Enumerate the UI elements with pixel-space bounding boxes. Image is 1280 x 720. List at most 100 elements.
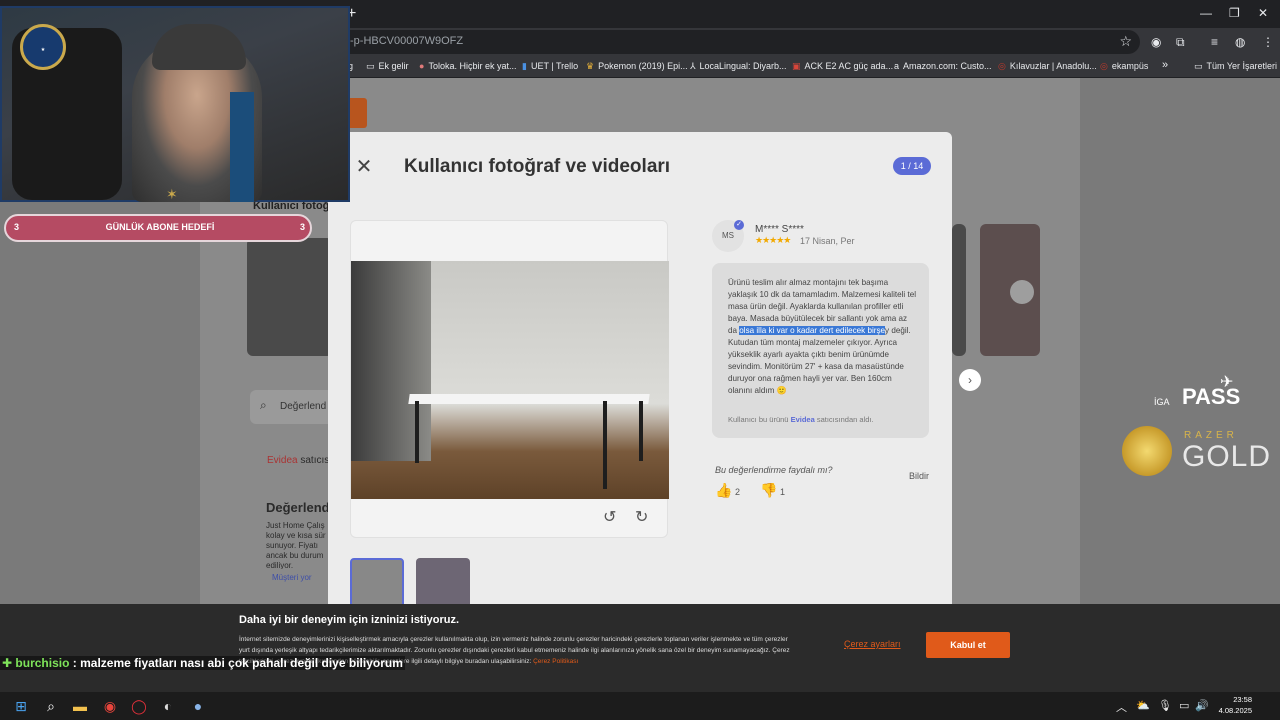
review-text-end: y değil. Kutudan tüm montaj malzemeler ç… xyxy=(728,326,911,395)
media-icon[interactable]: ≡ xyxy=(1211,35,1218,49)
selected-text: olsa illa ki var o kadar dert edilecek b… xyxy=(739,326,886,335)
extensions-icon[interactable]: ⧉ xyxy=(1176,35,1185,50)
search-icon: ⌕ xyxy=(260,398,267,412)
seller-line-prefix: Kullanıcı bu ürünü xyxy=(728,415,789,424)
helpful-question: Bu değerlendirme faydalı mı? xyxy=(715,465,833,475)
goal-target: 3 xyxy=(300,222,306,232)
bg-search-placeholder: Değerlend xyxy=(280,401,327,412)
webcam-hat xyxy=(152,24,246,70)
bg-link: Müşteri yor xyxy=(272,573,312,582)
plus-icon: ✚ xyxy=(2,656,13,670)
sub-goal-bar: 3 GÜNLÜK ABONE HEDEFİ 3 xyxy=(4,214,312,242)
bg-seller-name: Evidea xyxy=(267,455,298,466)
bookmark-label: ACK E2 AC güç ada... xyxy=(804,61,894,71)
site-icon: ▣ xyxy=(792,61,801,71)
bookmark-star-icon[interactable]: ☆ xyxy=(1119,33,1132,50)
folder-icon: ▭ xyxy=(366,61,375,71)
thumbnail-1[interactable] xyxy=(350,558,404,608)
clock[interactable]: 23:58 4.08.2025 xyxy=(1212,694,1252,716)
bookmark-item[interactable]: ♛ Pokemon (2019) Epi... xyxy=(586,61,688,72)
opera-icon[interactable]: ◯ xyxy=(129,696,149,716)
crown-icon: ♛ xyxy=(586,61,595,71)
rotate-left-icon[interactable]: ↺ xyxy=(603,507,616,527)
webcam-mic xyxy=(230,92,254,202)
volume-icon[interactable]: 🔊 xyxy=(1195,699,1209,712)
more-bookmarks-icon[interactable]: » xyxy=(1162,59,1168,71)
bookmark-item[interactable]: ▭ Ek gelir xyxy=(366,61,409,72)
bookmark-item[interactable]: ▮ UET | Trello xyxy=(522,61,578,72)
rotate-right-icon[interactable]: ↻ xyxy=(635,507,648,527)
next-arrow-button[interactable]: › xyxy=(959,369,981,391)
chat-username: burchisio xyxy=(15,656,70,670)
seller-line-suffix: satıcısından aldı. xyxy=(816,415,874,424)
close-window-icon[interactable]: ✕ xyxy=(1258,6,1268,20)
bg-seller-suffix: satıcıs xyxy=(300,455,330,466)
ornament-icon: ✶ xyxy=(166,186,178,202)
site-icon: ⅄ xyxy=(690,61,696,71)
bookmark-item[interactable]: ◎ ekampüs xyxy=(1100,61,1148,72)
close-icon[interactable]: ✕ xyxy=(352,156,376,180)
thumbnail-2[interactable] xyxy=(416,558,470,608)
bookmark-item[interactable]: ● Toloka. Hiçbir ek yat... xyxy=(419,61,516,71)
mic-icon[interactable]: 🎙 xyxy=(1158,699,1172,712)
media-modal: ✕ Kullanıcı fotoğraf ve videoları 1 / 14… xyxy=(328,132,952,612)
translate-icon[interactable]: ◉ xyxy=(1151,35,1161,49)
file-explorer-icon[interactable]: ▬ xyxy=(70,696,90,716)
media-counter: 1 / 14 xyxy=(893,157,931,175)
bg-carousel-arrow xyxy=(1010,280,1034,304)
menu-icon[interactable]: ⋮ xyxy=(1262,35,1274,49)
bookmark-item[interactable]: ⅄ LocaLingual: Diyarb... xyxy=(690,61,787,72)
network-icon[interactable]: ▭ xyxy=(1179,699,1189,712)
chrome-icon[interactable]: ◉ xyxy=(100,696,120,716)
bookmark-item[interactable]: a Amazon.com: Custo... xyxy=(894,61,992,71)
tray-chevron-icon[interactable]: ︿ xyxy=(1116,699,1127,715)
profile-avatar-icon[interactable]: ◍ xyxy=(1235,35,1245,49)
app-icon-2[interactable]: ● xyxy=(188,696,208,716)
cookie-banner: Daha iyi bir deneyim için izninizi istiy… xyxy=(0,604,1280,692)
bg-thumbnail xyxy=(952,224,966,356)
review-card: Ürünü teslim alır almaz montajını tek ba… xyxy=(712,263,929,438)
chat-message: ✚ burchisio : malzeme fiyatları nası abi… xyxy=(0,656,405,670)
seller-link[interactable]: Evidea xyxy=(791,415,815,424)
tray-app-icon[interactable]: ⛅ xyxy=(1136,699,1150,712)
bg-heading: Değerlend xyxy=(266,500,330,515)
goal-label: GÜNLÜK ABONE HEDEFİ xyxy=(105,222,215,232)
chat-text: : malzeme fiyatları nası abi çok pahalı … xyxy=(72,656,403,670)
dislike-button[interactable]: 👎 1 xyxy=(760,482,785,499)
cookie-policy-link[interactable]: Çerez Politikası xyxy=(533,658,578,665)
seller-line: Kullanıcı bu ürünü Evidea satıcısından a… xyxy=(728,415,874,424)
thumbs-up-icon: 👍 xyxy=(715,482,733,498)
razer-gold-text: GOLD xyxy=(1182,440,1272,473)
search-icon[interactable]: ⌕ xyxy=(41,696,61,716)
modal-title: Kullanıcı fotoğraf ve videoları xyxy=(404,156,671,177)
review-date: 17 Nisan, Per xyxy=(800,236,855,246)
windows-start-icon[interactable]: ⊞ xyxy=(11,696,31,716)
app-icon[interactable]: ◐ xyxy=(158,696,178,716)
maximize-icon[interactable]: ❐ xyxy=(1229,6,1240,20)
bookmark-label: LocaLingual: Diyarb... xyxy=(699,61,787,71)
bookmark-label: Ek gelir xyxy=(378,61,409,71)
url-text: -p-HBCV00007W9OFZ xyxy=(350,35,464,47)
photo-table-leg xyxy=(639,401,643,461)
bookmark-label: Amazon.com: Custo... xyxy=(903,61,992,71)
taskbar: ⊞ ⌕ ▬ ◉ ◯ ◐ ● ︿ ⛅ 🎙 ▭ 🔊 23:58 4.08.2025 xyxy=(0,692,1280,720)
like-button[interactable]: 👍 2 xyxy=(715,482,740,499)
address-bar[interactable]: -p-HBCV00007W9OFZ ☆ xyxy=(330,30,1140,54)
accept-button[interactable]: Kabul et xyxy=(926,632,1010,658)
bookmark-label: Pokemon (2019) Epi... xyxy=(598,61,688,71)
cookie-settings-link[interactable]: Çerez ayarları xyxy=(844,639,901,649)
bookmark-item[interactable]: ▣ ACK E2 AC güç ada... xyxy=(792,61,893,72)
bookmark-label: Kılavuzlar | Anadolu... xyxy=(1009,61,1097,71)
dislike-count: 1 xyxy=(779,487,785,497)
iga-small-text: İGA xyxy=(1154,397,1170,407)
review-photo xyxy=(351,261,669,499)
photo-table-leg xyxy=(415,401,419,463)
bookmark-label: UET | Trello xyxy=(530,61,579,71)
report-button[interactable]: Bildir xyxy=(909,471,929,481)
bg-search-input: ⌕ Değerlend xyxy=(250,390,340,424)
site-icon: ◎ xyxy=(998,61,1006,71)
bookmark-item[interactable]: ▭ Tüm Yer İşaretleri xyxy=(1194,61,1277,72)
bookmark-item[interactable]: ◎ Kılavuzlar | Anadolu... xyxy=(998,61,1097,72)
minimize-icon[interactable]: — xyxy=(1200,6,1212,20)
rating-stars: ★★★★★ xyxy=(755,235,791,245)
